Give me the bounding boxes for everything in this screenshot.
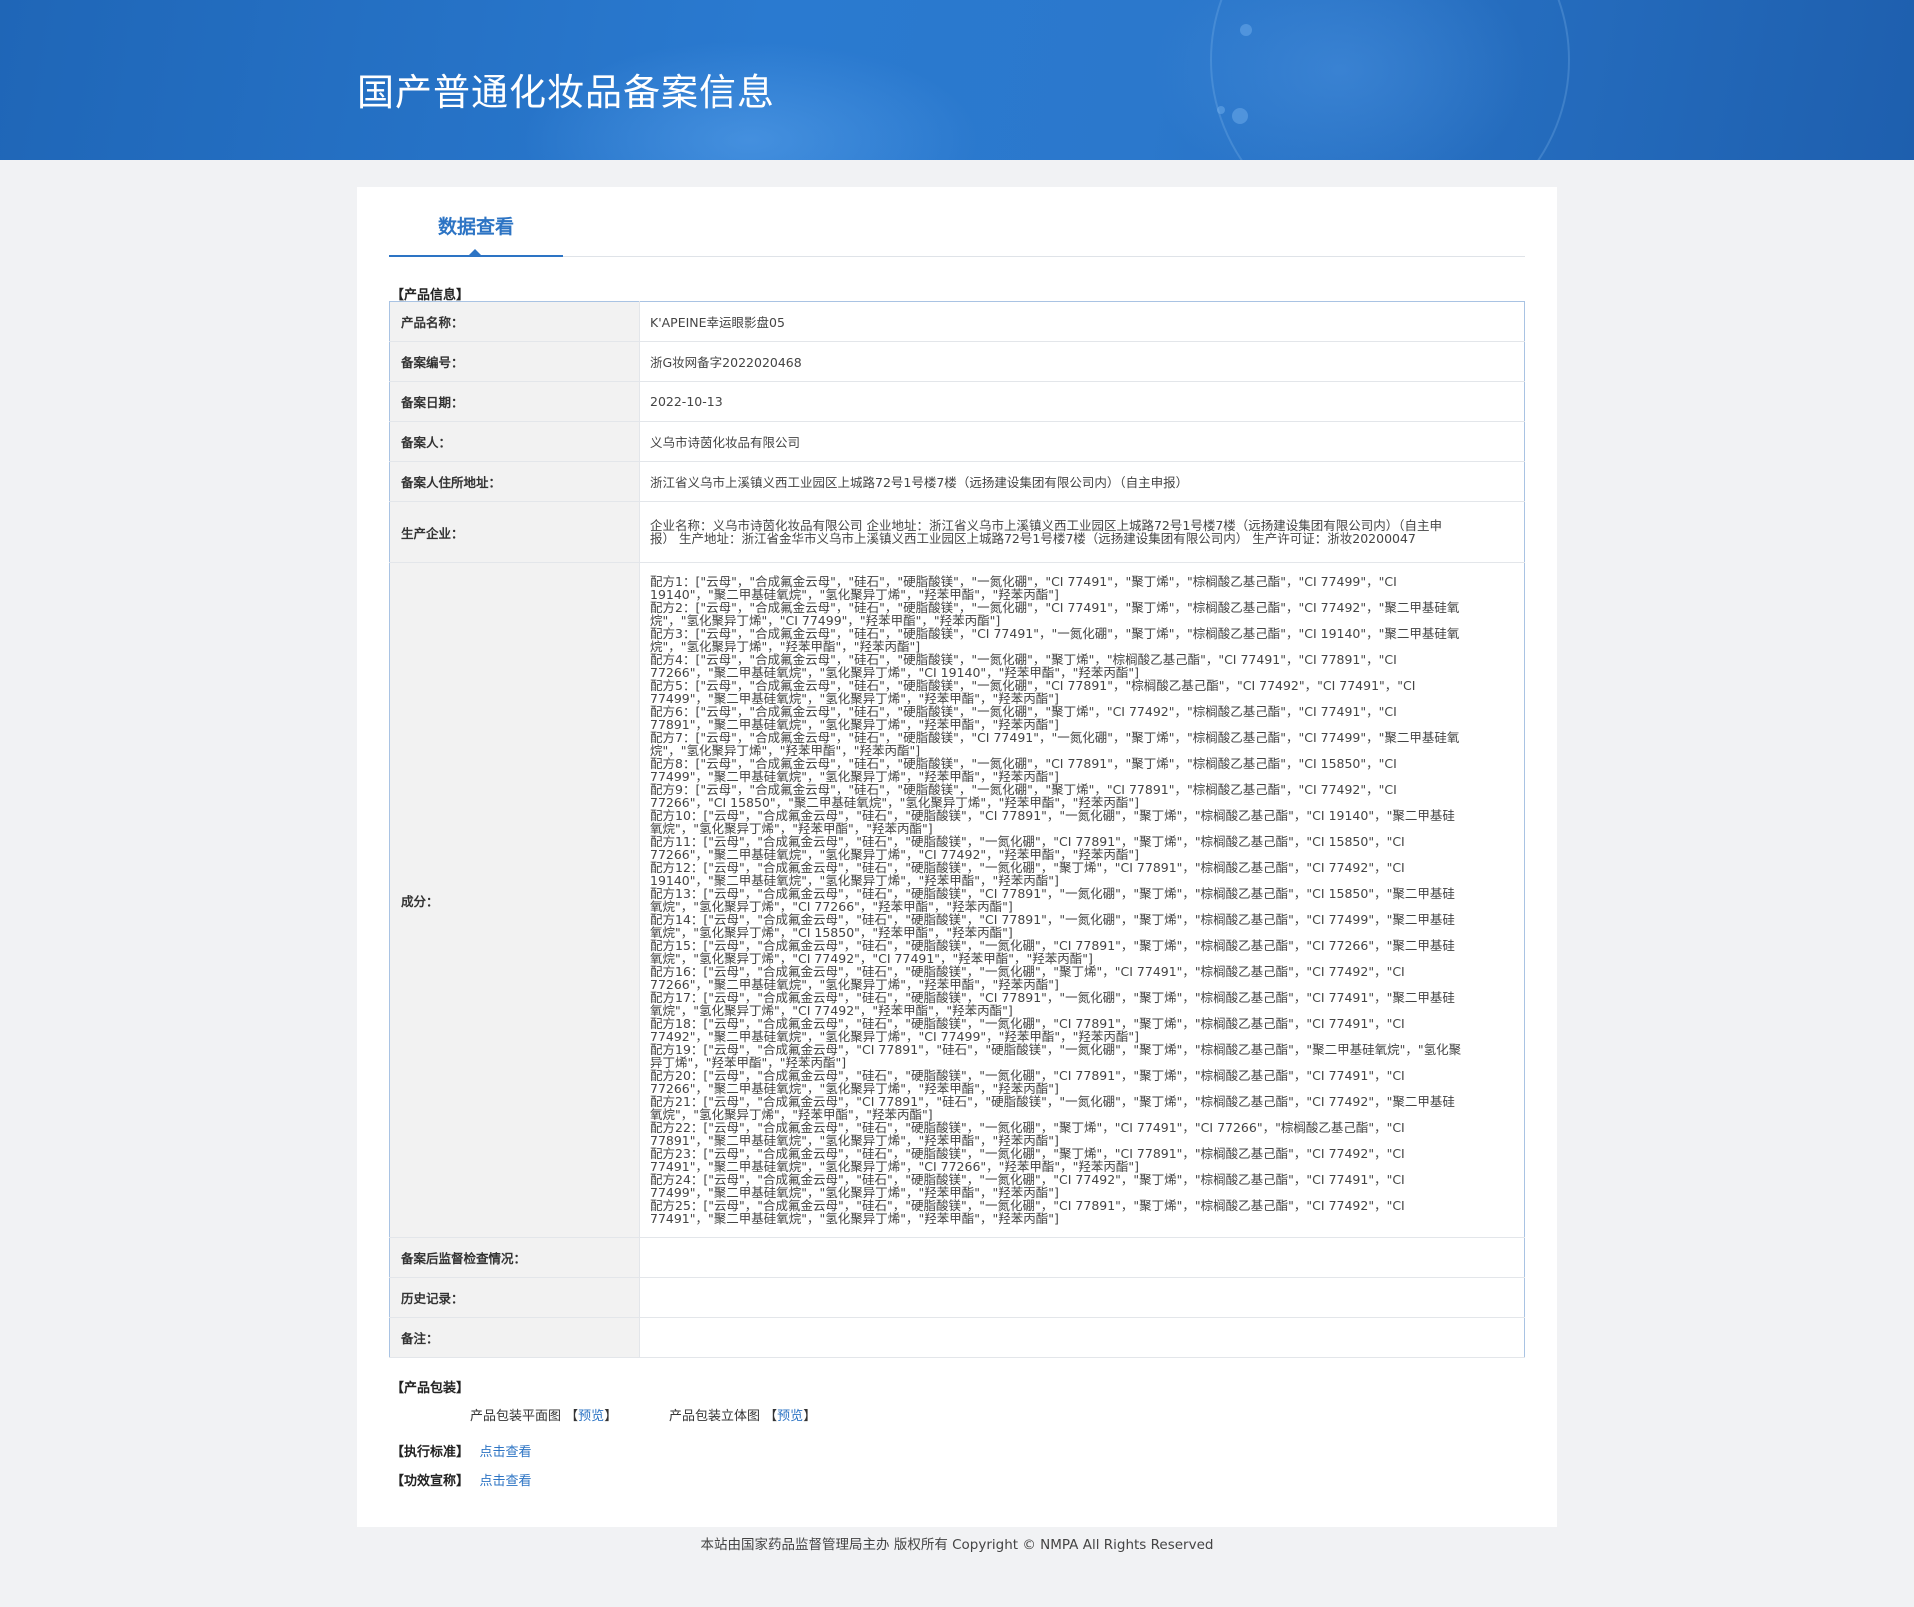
ingredient-formula: 配方19：["云母"，"合成氟金云母"，"CI 77891"，"硅石"，"硬脂酸… [650,1042,1462,1070]
ingredient-formula: 配方11：["云母"，"合成氟金云母"，"硅石"，"硬脂酸镁"，"一氮化硼"，"… [650,834,1405,862]
row-key: 备注： [389,1317,640,1358]
section-claims-label: 【功效宣称】 [391,1474,470,1489]
table-row: 成分： 配方1：["云母"，"合成氟金云母"，"硅石"，"硬脂酸镁"，"一氮化硼… [389,562,1525,1238]
product-info-table: 产品名称： K'APEINE幸运眼影盘05 备案编号： 浙G妆网备字202202… [389,301,1525,1358]
ingredient-formula: 配方16：["云母"，"合成氟金云母"，"硅石"，"硬脂酸镁"，"一氮化硼"，"… [650,964,1405,992]
tab-caret-icon [469,249,481,255]
content-card: 数据查看 【产品信息】 产品名称： K'APEINE幸运眼影盘05 备案编号： … [357,187,1557,1527]
section-packaging: 【产品包装】 [391,1381,470,1396]
row-value [639,1237,1525,1278]
ingredient-formula: 配方24：["云母"，"合成氟金云母"，"硅石"，"硬脂酸镁"，"一氮化硼"，"… [650,1172,1405,1200]
packaging-flat-label: 产品包装平面图 [470,1409,562,1424]
row-key: 历史记录： [389,1277,640,1318]
packaging-solid-label: 产品包装立体图 [669,1409,761,1424]
row-value [639,1317,1525,1358]
footer-copyright: 本站由国家药品监督管理局主办 版权所有 Copyright © NMPA All… [700,1537,1214,1553]
ingredient-formula: 配方2：["云母"，"合成氟金云母"，"硅石"，"硬脂酸镁"，"一氮化硼"，"C… [650,600,1460,628]
tab-bar: 数据查看 [389,187,1525,257]
ingredient-formula: 配方5：["云母"，"合成氟金云母"，"硅石"，"硬脂酸镁"，"一氮化硼"，"C… [650,678,1416,706]
row-value: K'APEINE幸运眼影盘05 [639,301,1525,342]
table-row: 备案日期： 2022-10-13 [389,381,1525,422]
ingredient-formula: 配方1：["云母"，"合成氟金云母"，"硅石"，"硬脂酸镁"，"一氮化硼"，"C… [650,574,1397,602]
row-key: 备案后监督检查情况： [389,1237,640,1278]
bracket: 】 [604,1409,618,1424]
ingredient-formula: 配方14：["云母"，"合成氟金云母"，"硅石"，"硬脂酸镁"，"CI 7789… [650,912,1455,940]
ingredient-formula: 配方7：["云母"，"合成氟金云母"，"硅石"，"硬脂酸镁"，"CI 77491… [650,730,1460,758]
bracket: 】 [803,1409,817,1424]
row-key: 成分： [389,562,640,1238]
row-value: 浙G妆网备字2022020468 [639,341,1525,382]
table-row: 备案人： 义乌市诗茵化妆品有限公司 [389,421,1525,462]
header-banner: 国产普通化妆品备案信息 [0,0,1914,160]
table-row: 备案人住所地址： 浙江省义乌市上溪镇义西工业园区上城路72号1号楼7楼（远扬建设… [389,461,1525,502]
preview-solid-link[interactable]: 预览 [777,1409,803,1424]
table-row: 生产企业： 企业名称：义乌市诗茵化妆品有限公司 企业地址：浙江省义乌市上溪镇义西… [389,501,1525,563]
ingredient-formula: 配方4：["云母"，"合成氟金云母"，"硅石"，"硬脂酸镁"，"一氮化硼"，"聚… [650,652,1397,680]
bracket: 【 [764,1409,778,1424]
section-standard: 【执行标准】 点击查看 [391,1441,532,1460]
table-row: 产品名称： K'APEINE幸运眼影盘05 [389,301,1525,342]
banner-dot [1217,106,1225,114]
ingredient-formula: 配方22：["云母"，"合成氟金云母"，"硅石"，"硬脂酸镁"，"一氮化硼"，"… [650,1120,1405,1148]
row-value: 浙江省义乌市上溪镇义西工业园区上城路72号1号楼7楼（远扬建设集团有限公司内）（… [639,461,1525,502]
section-claims: 【功效宣称】 点击查看 [391,1470,532,1489]
ingredient-formula: 配方17：["云母"，"合成氟金云母"，"硅石"，"硬脂酸镁"，"CI 7789… [650,990,1455,1018]
ingredient-formula: 配方13：["云母"，"合成氟金云母"，"硅石"，"硬脂酸镁"，"CI 7789… [650,886,1455,914]
tab-label: 数据查看 [437,216,514,238]
tab-data-view[interactable]: 数据查看 [389,187,563,257]
row-key: 备案日期： [389,381,640,422]
banner-dot [1232,108,1248,124]
table-row: 备注： [389,1317,1525,1358]
standard-view-link[interactable]: 点击查看 [480,1445,532,1460]
banner-arc-decoration [1210,0,1570,160]
ingredient-formula: 配方23：["云母"，"合成氟金云母"，"硅石"，"硬脂酸镁"，"一氮化硼"，"… [650,1146,1405,1174]
ingredient-formula: 配方12：["云母"，"合成氟金云母"，"硅石"，"硬脂酸镁"，"一氮化硼"，"… [650,860,1405,888]
row-value: 企业名称：义乌市诗茵化妆品有限公司 企业地址：浙江省义乌市上溪镇义西工业园区上城… [639,501,1525,563]
row-key: 生产企业： [389,501,640,563]
packaging-flat: 产品包装平面图 【预览】 [470,1405,617,1424]
ingredient-formula: 配方6：["云母"，"合成氟金云母"，"硅石"，"硬脂酸镁"，"一氮化硼"，"聚… [650,704,1397,732]
ingredient-formula: 配方9：["云母"，"合成氟金云母"，"硅石"，"硬脂酸镁"，"一氮化硼"，"聚… [650,782,1397,810]
ingredient-formula: 配方25：["云母"，"合成氟金云母"，"硅石"，"硬脂酸镁"，"一氮化硼"，"… [650,1198,1405,1226]
table-row: 备案编号： 浙G妆网备字2022020468 [389,341,1525,382]
claims-view-link[interactable]: 点击查看 [480,1474,532,1489]
ingredients-list: 配方1：["云母"，"合成氟金云母"，"硅石"，"硬脂酸镁"，"一氮化硼"，"C… [639,562,1525,1238]
row-key: 产品名称： [389,301,640,342]
ingredient-formula: 配方18：["云母"，"合成氟金云母"，"硅石"，"硬脂酸镁"，"一氮化硼"，"… [650,1016,1405,1044]
banner-dot [1240,24,1252,36]
bracket: 【 [565,1409,579,1424]
ingredient-formula: 配方3：["云母"，"合成氟金云母"，"硅石"，"硬脂酸镁"，"CI 77491… [650,626,1460,654]
ingredient-formula: 配方10：["云母"，"合成氟金云母"，"硅石"，"硬脂酸镁"，"CI 7789… [650,808,1455,836]
ingredient-formula: 配方21：["云母"，"合成氟金云母"，"CI 77891"，"硅石"，"硬脂酸… [650,1094,1455,1122]
row-key: 备案人住所地址： [389,461,640,502]
preview-flat-link[interactable]: 预览 [578,1409,604,1424]
table-row: 备案后监督检查情况： [389,1237,1525,1278]
ingredient-formula: 配方15：["云母"，"合成氟金云母"，"硅石"，"硬脂酸镁"，"一氮化硼"，"… [650,938,1455,966]
row-value: 义乌市诗茵化妆品有限公司 [639,421,1525,462]
section-standard-label: 【执行标准】 [391,1445,470,1460]
row-key: 备案编号： [389,341,640,382]
ingredient-formula: 配方20：["云母"，"合成氟金云母"，"硅石"，"硬脂酸镁"，"一氮化硼"，"… [650,1068,1405,1096]
packaging-solid: 产品包装立体图 【预览】 [669,1405,816,1424]
ingredient-formula: 配方8：["云母"，"合成氟金云母"，"硅石"，"硬脂酸镁"，"一氮化硼"，"C… [650,756,1397,784]
table-row: 历史记录： [389,1277,1525,1318]
row-value: 2022-10-13 [639,381,1525,422]
page-title: 国产普通化妆品备案信息 [357,71,775,114]
row-key: 备案人： [389,421,640,462]
row-value [639,1277,1525,1318]
